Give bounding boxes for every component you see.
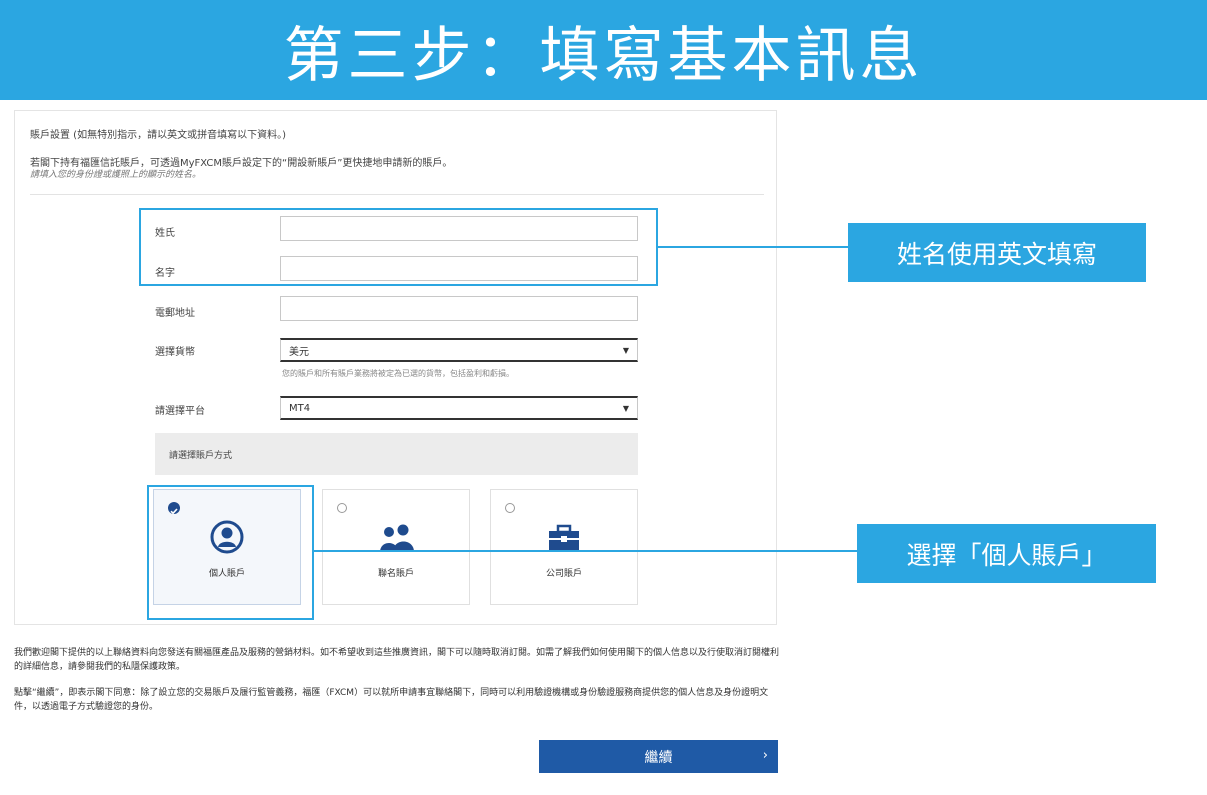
name-callout: 姓名使用英文填寫 bbox=[848, 223, 1146, 282]
account-method-header: 請選擇賬戶方式 bbox=[155, 433, 638, 475]
marketing-disclaimer: 我們歡迎閣下提供的以上聯絡資料向您發送有關福匯產品及服務的營銷材料。如不希望收到… bbox=[14, 648, 780, 672]
name-callout-connector bbox=[658, 246, 848, 248]
name-callout-text: 姓名使用英文填寫 bbox=[896, 239, 1097, 269]
account-option-joint[interactable]: 聯名賬戶 bbox=[322, 489, 470, 605]
chevron-down-icon: ▼ bbox=[622, 403, 629, 413]
currency-select[interactable]: 美元 ▼ bbox=[280, 338, 638, 362]
platform-select[interactable]: MT4 ▼ bbox=[280, 396, 638, 420]
name-hint: 請填入您的身份證或護照上的顯示的姓名。 bbox=[30, 170, 202, 180]
account-option-corporate[interactable]: 公司賬戶 bbox=[490, 489, 638, 605]
section-divider bbox=[30, 194, 764, 195]
email-input[interactable] bbox=[280, 296, 638, 321]
account-callout-text: 選擇「個人賬戶」 bbox=[906, 540, 1107, 570]
section-title: 賬戶設置 (如無特別指示，請以英文或拼音填寫以下資料。) bbox=[30, 130, 286, 141]
banner-title: 第三步：填寫基本訊息 bbox=[283, 20, 924, 91]
platform-value: MT4 bbox=[289, 402, 311, 414]
account-option-label: 聯名賬戶 bbox=[377, 569, 414, 579]
account-option-label: 公司賬戶 bbox=[545, 569, 582, 579]
continue-button[interactable]: 繼續 › bbox=[539, 740, 778, 773]
account-callout: 選擇「個人賬戶」 bbox=[857, 524, 1156, 583]
page-banner: 第三步：填寫基本訊息 bbox=[0, 0, 1207, 100]
account-callout-connector bbox=[314, 550, 857, 552]
continue-label: 繼續 bbox=[644, 749, 673, 766]
currency-label: 選擇貨幣 bbox=[155, 347, 195, 358]
account-highlight-box bbox=[147, 485, 314, 620]
chevron-down-icon: ▼ bbox=[622, 345, 629, 355]
consent-disclaimer: 點擊“繼續”，即表示閣下同意：除了設立您的交易賬戶及履行監管義務，福匯（FXCM… bbox=[14, 688, 769, 712]
people-icon bbox=[376, 520, 416, 558]
account-method-title: 請選擇賬戶方式 bbox=[169, 450, 233, 461]
name-highlight-box bbox=[139, 208, 658, 286]
chevron-right-icon: › bbox=[762, 748, 768, 763]
radio-icon bbox=[337, 503, 347, 513]
email-label: 電郵地址 bbox=[155, 308, 195, 319]
radio-icon bbox=[505, 503, 515, 513]
currency-value: 美元 bbox=[289, 346, 309, 358]
briefcase-icon bbox=[546, 520, 582, 558]
currency-helper: 您的賬戶和所有賬戶業務將被定為已選的貨幣，包括盈利和虧損。 bbox=[282, 369, 514, 378]
platform-label: 請選擇平台 bbox=[155, 406, 205, 417]
